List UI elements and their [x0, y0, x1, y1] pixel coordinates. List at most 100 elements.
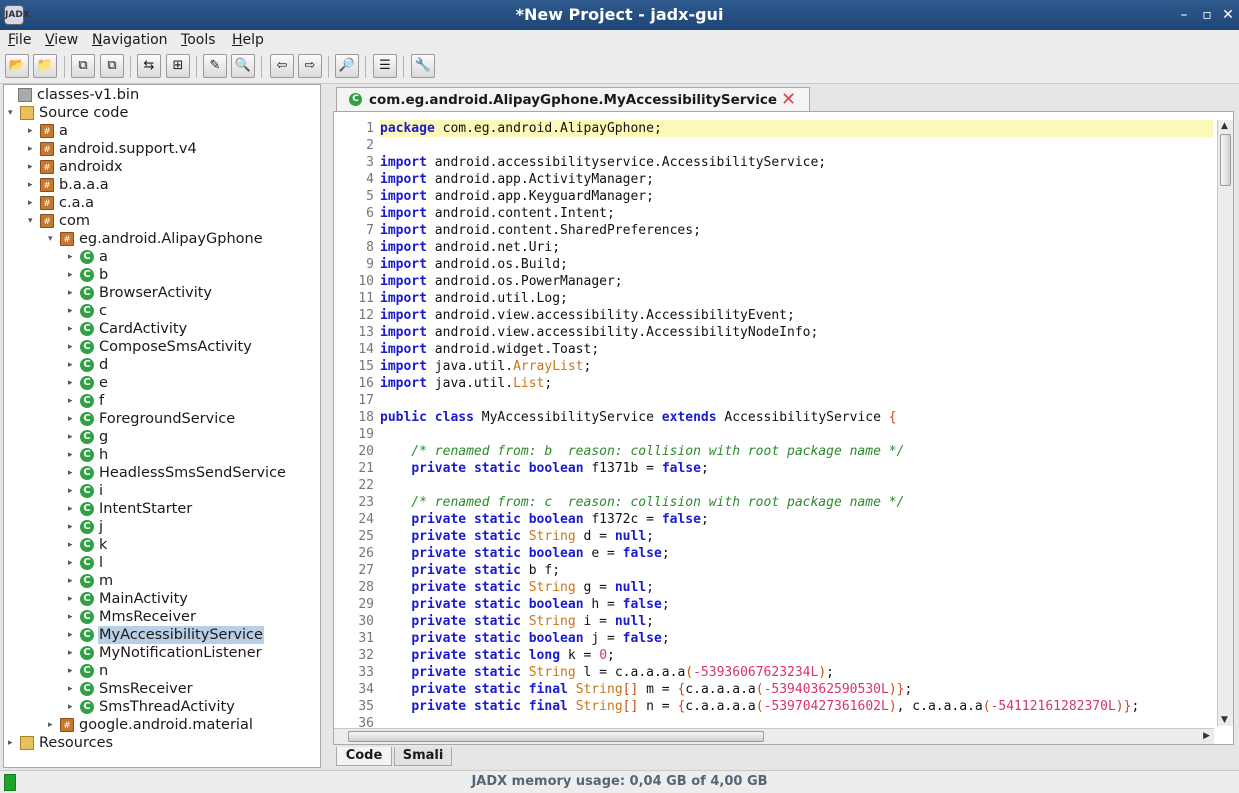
code-line[interactable]: import android.content.Intent;: [380, 205, 1213, 222]
tree-class-item[interactable]: ▸ Ci: [68, 482, 104, 500]
expand-toggle-icon[interactable]: ▸: [68, 374, 78, 392]
tree-class-item[interactable]: ▸ Cm: [68, 572, 114, 590]
code-line[interactable]: private static final String[] m = {c.a.a…: [380, 681, 1213, 698]
tree-class-item[interactable]: ▸ Cf: [68, 392, 105, 410]
expand-toggle-icon[interactable]: ▸: [28, 176, 38, 194]
menu-view[interactable]: View: [45, 32, 78, 48]
code-line[interactable]: private static boolean h = false;: [380, 596, 1213, 613]
tree-class-item[interactable]: ▸ Cc: [68, 302, 108, 320]
tree-package[interactable]: ▸ # c.a.a: [28, 194, 95, 212]
close-window-icon[interactable]: ✕: [1219, 6, 1237, 24]
expand-toggle-icon[interactable]: ▸: [68, 536, 78, 554]
code-line[interactable]: private static boolean e = false;: [380, 545, 1213, 562]
collapse-toggle-icon[interactable]: ▾: [48, 230, 58, 248]
code-line[interactable]: [380, 137, 1213, 154]
expand-toggle-icon[interactable]: ▸: [68, 392, 78, 410]
paste-icon[interactable]: ⧉: [100, 54, 124, 78]
expand-toggle-icon[interactable]: ▸: [68, 680, 78, 698]
code-line[interactable]: import android.content.SharedPreferences…: [380, 222, 1213, 239]
tree-class-item[interactable]: ▸ Cj: [68, 518, 104, 536]
scrollbar-thumb[interactable]: [1220, 134, 1231, 186]
editor-tab[interactable]: C com.eg.android.AlipayGphone.MyAccessib…: [336, 87, 810, 111]
expand-toggle-icon[interactable]: ▸: [68, 590, 78, 608]
expand-toggle-icon[interactable]: ▸: [28, 194, 38, 212]
tree-class-item[interactable]: ▸ Cb: [68, 266, 109, 284]
scroll-right-icon[interactable]: ▶: [1203, 731, 1210, 741]
expand-toggle-icon[interactable]: ▸: [68, 302, 78, 320]
tree-package[interactable]: ▸ # a: [28, 122, 69, 140]
expand-toggle-icon[interactable]: ▸: [68, 248, 78, 266]
expand-toggle-icon[interactable]: ▸: [68, 608, 78, 626]
code-line[interactable]: import android.widget.Toast;: [380, 341, 1213, 358]
tree-package[interactable]: ▸ # b.a.a.a: [28, 176, 110, 194]
collapse-toggle-icon[interactable]: ▾: [28, 212, 38, 230]
back-icon[interactable]: ⇦: [270, 54, 294, 78]
tree-package[interactable]: ▾ # com: [28, 212, 91, 230]
code-line[interactable]: private static b f;: [380, 562, 1213, 579]
tree-class-item[interactable]: ▸ C MmsReceiver: [68, 608, 197, 626]
code-line[interactable]: import android.net.Uri;: [380, 239, 1213, 256]
tree-package[interactable]: ▸ # google.android.material: [48, 716, 254, 734]
code-line[interactable]: private static String l = c.a.a.a.a(-539…: [380, 664, 1213, 681]
panel-splitter[interactable]: [322, 84, 331, 768]
expand-toggle-icon[interactable]: ▸: [68, 428, 78, 446]
log-viewer-icon[interactable]: ☰: [373, 54, 397, 78]
close-tab-icon[interactable]: ✕: [781, 89, 796, 110]
expand-toggle-icon[interactable]: ▸: [68, 572, 78, 590]
expand-toggle-icon[interactable]: ▸: [68, 644, 78, 662]
tree-class-item[interactable]: ▸ Cn: [68, 662, 109, 680]
copy-icon[interactable]: ⧉: [71, 54, 95, 78]
forward-icon[interactable]: ⇨: [298, 54, 322, 78]
expand-toggle-icon[interactable]: ▸: [48, 716, 58, 734]
tree-source-code[interactable]: ▾ Source code: [8, 104, 129, 122]
project-tree[interactable]: classes-v1.bin ▾ Source code ▸ # a ▸ # androi…: [3, 84, 321, 768]
tree-class-item[interactable]: ▸ Cl: [68, 554, 104, 572]
tree-class-item[interactable]: ▸ Ca: [68, 248, 109, 266]
tree-class-item[interactable]: ▸ C MyNotificationListener: [68, 644, 263, 662]
tree-class-item[interactable]: ▸ C SmsReceiver: [68, 680, 194, 698]
code-line[interactable]: private static String g = null;: [380, 579, 1213, 596]
tree-root[interactable]: classes-v1.bin: [6, 86, 140, 104]
tree-class-item[interactable]: ▸ C ComposeSmsActivity: [68, 338, 253, 356]
expand-toggle-icon[interactable]: ▸: [68, 320, 78, 338]
open-file-icon[interactable]: 📂: [5, 54, 29, 78]
preferences-icon[interactable]: 🔧: [411, 54, 435, 78]
menu-file[interactable]: File: [8, 32, 31, 48]
tree-package[interactable]: ▸ # android.support.v4: [28, 140, 198, 158]
code-line[interactable]: [380, 477, 1213, 494]
code-line[interactable]: /* renamed from: c reason: collision wit…: [380, 494, 1213, 511]
tree-class-item[interactable]: ▸ Ck: [68, 536, 108, 554]
scroll-down-icon[interactable]: ▼: [1221, 715, 1228, 725]
code-line[interactable]: package com.eg.android.AlipayGphone;: [380, 120, 1213, 137]
menu-navigation[interactable]: Navigation: [92, 32, 168, 48]
expand-toggle-icon[interactable]: ▸: [68, 266, 78, 284]
code-line[interactable]: import android.view.accessibility.Access…: [380, 324, 1213, 341]
tree-class-item[interactable]: ▸ Ch: [68, 446, 109, 464]
code-line[interactable]: private static boolean f1372c = false;: [380, 511, 1213, 528]
search-package-icon[interactable]: 🔎: [335, 54, 359, 78]
tree-class-item[interactable]: ▸ C MainActivity: [68, 590, 189, 608]
expand-toggle-icon[interactable]: ▸: [68, 698, 78, 716]
tree-class-item[interactable]: ▸ Ce: [68, 374, 109, 392]
expand-toggle-icon[interactable]: ▸: [68, 284, 78, 302]
code-editor[interactable]: 1 2 3 4 5 6 7 8 9 10 11 12 13 14 15 16 17 18 19 20 21 22 23 24 2…: [333, 111, 1234, 745]
minimize-icon[interactable]: –: [1175, 6, 1193, 24]
code-line[interactable]: import android.accessibilityservice.Acce…: [380, 154, 1213, 171]
tree-class-item[interactable]: ▸ C HeadlessSmsSendService: [68, 464, 287, 482]
scrollbar-thumb[interactable]: [348, 731, 764, 742]
code-lines[interactable]: package com.eg.android.AlipayGphone; impo…: [380, 120, 1213, 732]
tree-package[interactable]: ▸ # androidx: [28, 158, 124, 176]
tree-class-item[interactable]: ▸ Cg: [68, 428, 109, 446]
code-line[interactable]: private static final String[] n = {c.a.a…: [380, 698, 1213, 715]
menu-help[interactable]: Help: [232, 32, 264, 48]
expand-toggle-icon[interactable]: ▸: [68, 446, 78, 464]
expand-toggle-icon[interactable]: ▸: [68, 410, 78, 428]
expand-toggle-icon[interactable]: ▸: [68, 554, 78, 572]
expand-toggle-icon[interactable]: ▸: [68, 356, 78, 374]
tree-class-item[interactable]: ▸ Cd: [68, 356, 109, 374]
code-line[interactable]: import android.os.Build;: [380, 256, 1213, 273]
tree-class-item[interactable]: ▸ C MyAccessibilityService: [68, 626, 264, 644]
code-line[interactable]: private static boolean j = false;: [380, 630, 1213, 647]
code-line[interactable]: import android.util.Log;: [380, 290, 1213, 307]
tree-resources[interactable]: ▸ Resources: [8, 734, 114, 752]
